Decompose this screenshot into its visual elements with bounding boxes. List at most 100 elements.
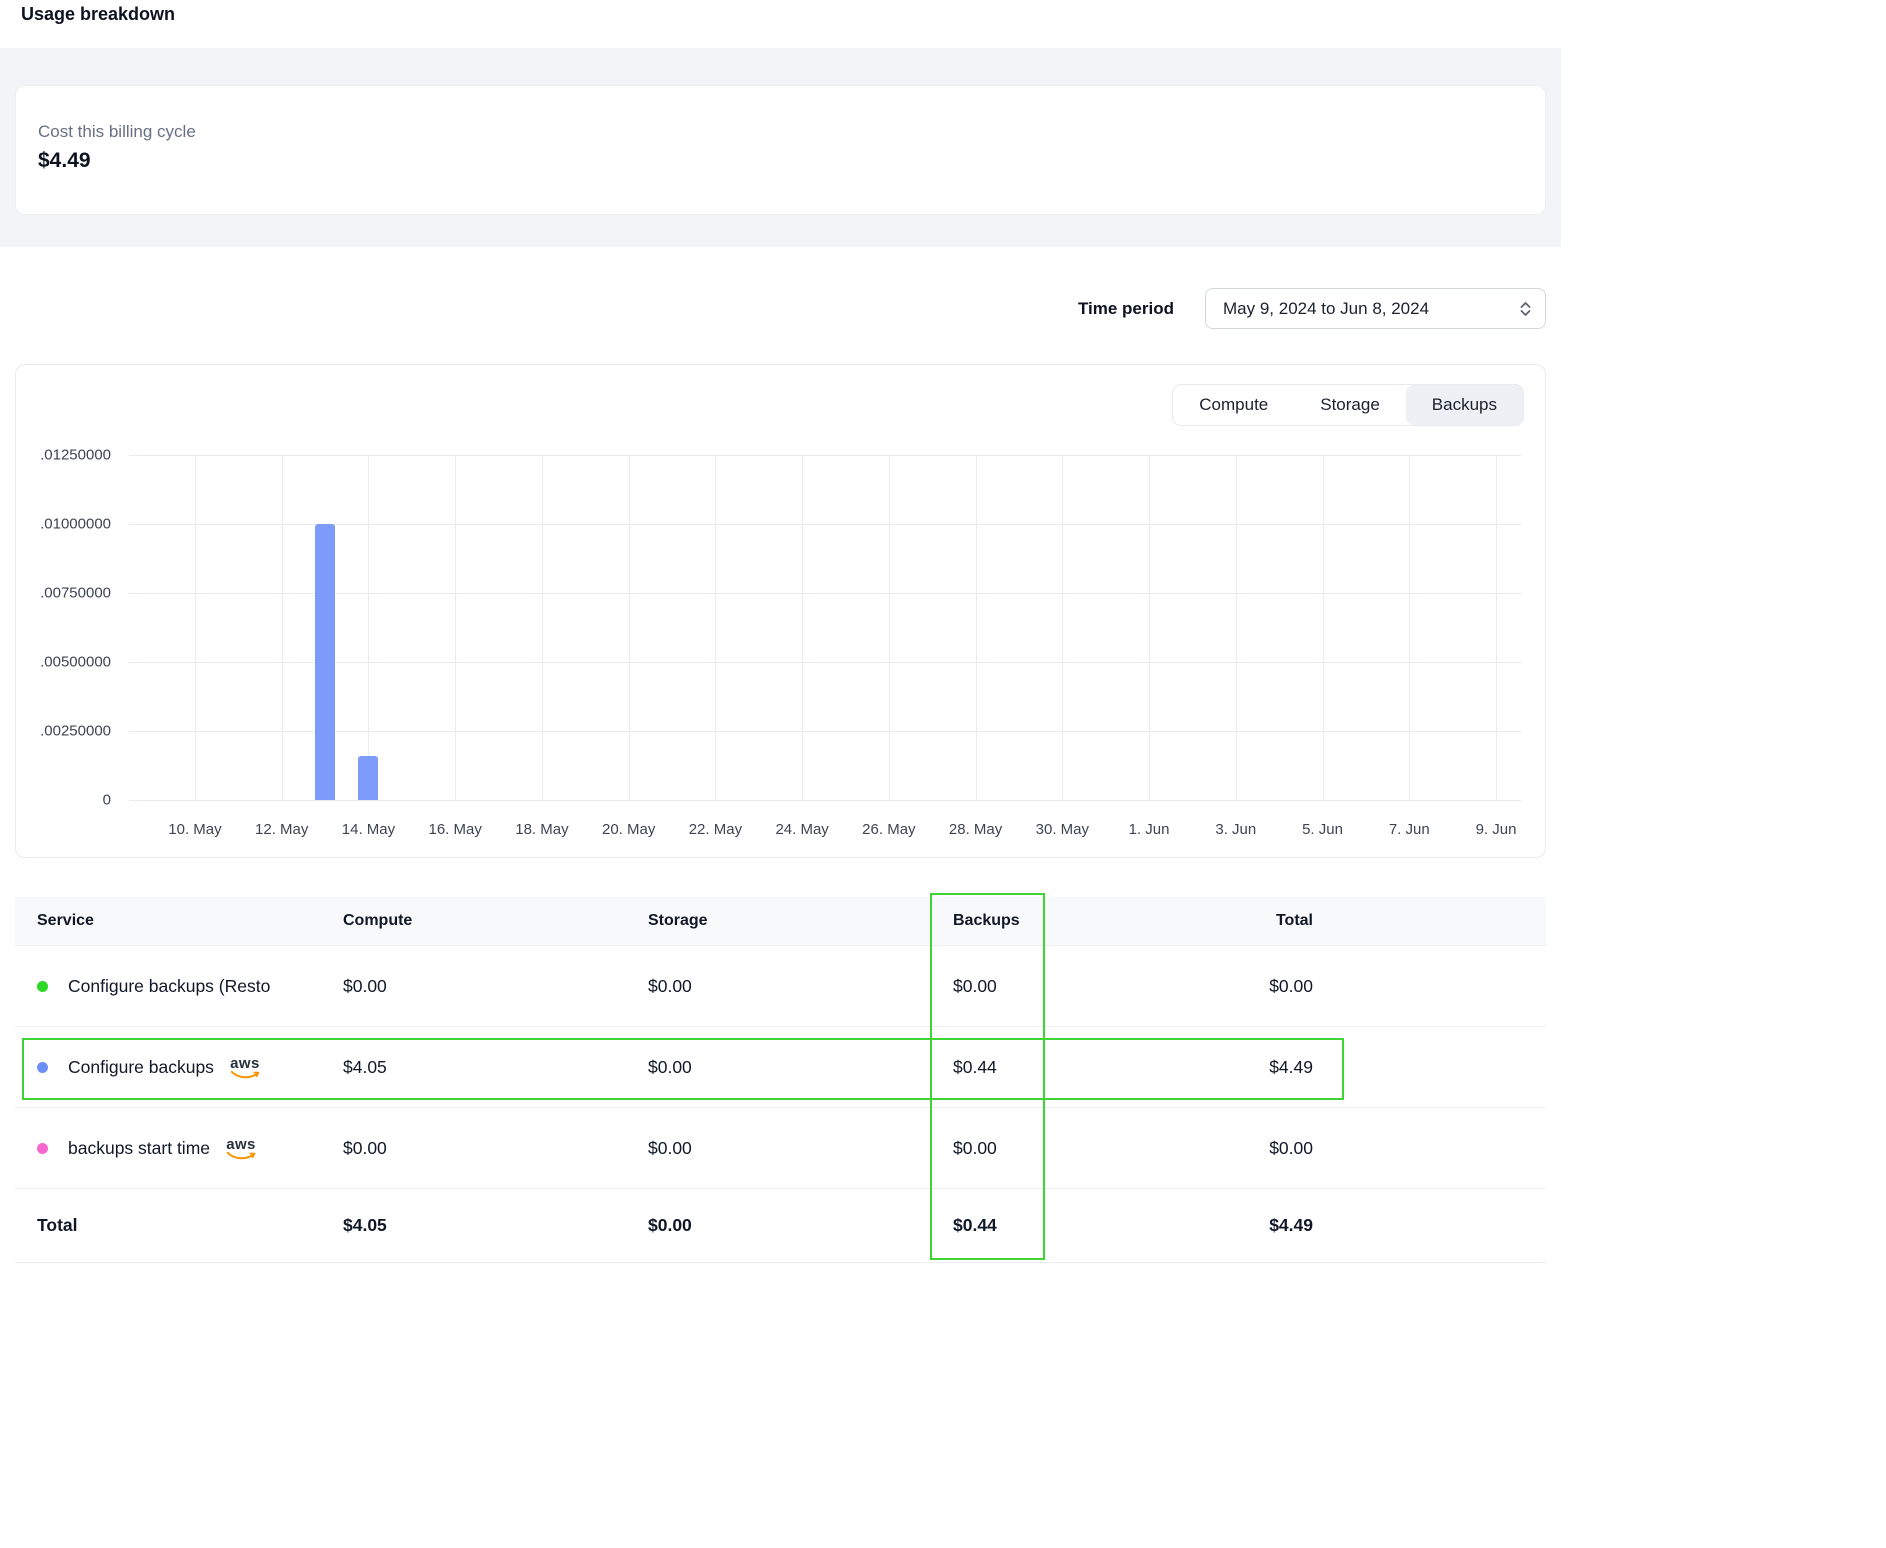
tab-storage[interactable]: Storage [1294,385,1406,425]
vertical-gridline [282,455,283,800]
backups-value: $0.00 [953,1138,1258,1159]
vertical-gridline [1236,455,1237,800]
compute-total: $4.05 [343,1215,648,1236]
horizontal-gridline [129,731,1521,732]
horizontal-gridline [129,524,1521,525]
x-axis-tick-label: 1. Jun [1129,821,1170,838]
chart-bar [315,524,335,800]
column-header-compute: Compute [343,912,648,930]
x-axis-tick-label: 28. May [949,821,1002,838]
vertical-gridline [715,455,716,800]
aws-logo: aws [226,1137,256,1160]
total-value: $0.00 [1258,976,1546,997]
x-axis-tick-label: 12. May [255,821,308,838]
time-period-label: Time period [1078,299,1174,319]
cost-card-value: $4.49 [38,149,1521,173]
column-header-backups: Backups [953,912,1258,930]
x-axis-tick-label: 22. May [689,821,742,838]
x-axis-tick-label: 24. May [775,821,828,838]
vertical-gridline [1496,455,1497,800]
chart-y-axis: .01250000.01000000.00750000.00500000.002… [16,455,111,800]
usage-chart-card: Compute Storage Backups .01250000 .010000… [15,364,1546,858]
storage-value: $0.00 [648,976,953,997]
compute-value: $0.00 [343,1138,648,1159]
tab-backups[interactable]: Backups [1406,385,1523,425]
storage-total: $0.00 [648,1215,953,1236]
series-dot [37,1143,48,1154]
series-dot [37,1062,48,1073]
chart-plot [129,455,1521,800]
total-value: $4.49 [1258,1057,1546,1078]
chart-bar [358,756,378,800]
cost-summary-band: Cost this billing cycle $4.49 [0,48,1561,247]
x-axis-tick-label: 16. May [428,821,481,838]
total-row-label: Total [15,1215,343,1236]
vertical-gridline [629,455,630,800]
vertical-gridline [802,455,803,800]
cost-card: Cost this billing cycle $4.49 [15,85,1546,215]
compute-value: $0.00 [343,976,648,997]
y-axis-tick-label: .00250000 [40,723,111,740]
horizontal-gridline [129,593,1521,594]
cost-card-label: Cost this billing cycle [38,122,1521,142]
service-name: backups start time [68,1138,210,1159]
vertical-gridline [368,455,369,800]
x-axis-tick-label: 7. Jun [1389,821,1430,838]
horizontal-gridline [129,455,1521,456]
tab-compute[interactable]: Compute [1173,385,1294,425]
vertical-gridline [455,455,456,800]
y-axis-tick-label: .01000000 [40,516,111,533]
table-row: Configure backups aws $4.05 $0.00 $0.44 … [15,1026,1546,1107]
vertical-gridline [889,455,890,800]
x-axis-tick-label: 26. May [862,821,915,838]
storage-value: $0.00 [648,1138,953,1159]
vertical-gridline [1149,455,1150,800]
time-period-select[interactable]: May 9, 2024 to Jun 8, 2024 [1205,288,1546,329]
table-total-row: Total $4.05 $0.00 $0.44 $4.49 [15,1188,1546,1262]
column-header-storage: Storage [648,912,953,930]
x-axis-tick-label: 14. May [342,821,395,838]
x-axis-tick-label: 10. May [168,821,221,838]
series-dot [37,981,48,992]
page-title: Usage breakdown [21,4,175,25]
chart-x-axis: 10. May 12. May 14. May 16. May 18. May 20. M… [129,810,1521,844]
time-period-value: May 9, 2024 to Jun 8, 2024 [1223,299,1429,319]
service-name: Configure backups (Resto [68,976,270,997]
column-header-service: Service [15,912,343,930]
horizontal-gridline [129,800,1521,801]
x-axis-tick-label: 18. May [515,821,568,838]
horizontal-gridline [129,662,1521,663]
x-axis-tick-label: 5. Jun [1302,821,1343,838]
usage-table: Service Compute Storage Backups Total Co… [15,897,1546,1263]
y-axis-tick-label: .01250000 [40,447,111,464]
column-header-total: Total [1258,912,1546,930]
x-axis-tick-label: 3. Jun [1215,821,1256,838]
grand-total: $4.49 [1258,1215,1546,1236]
backups-value: $0.00 [953,976,1258,997]
vertical-gridline [1062,455,1063,800]
vertical-gridline [542,455,543,800]
storage-value: $0.00 [648,1057,953,1078]
compute-value: $4.05 [343,1057,648,1078]
vertical-gridline [976,455,977,800]
total-value: $0.00 [1258,1138,1546,1159]
aws-logo: aws [230,1056,260,1079]
chart-metric-tabs: Compute Storage Backups [1172,384,1524,426]
service-name: Configure backups [68,1057,214,1078]
y-axis-tick-label: .00500000 [40,654,111,671]
x-axis-tick-label: 20. May [602,821,655,838]
vertical-gridline [195,455,196,800]
table-header-row: Service Compute Storage Backups Total [15,897,1546,945]
x-axis-tick-label: 9. Jun [1476,821,1517,838]
table-row: Configure backups (Resto $0.00 $0.00 $0.… [15,945,1546,1026]
backups-total: $0.44 [953,1215,1258,1236]
x-axis-tick-label: 30. May [1036,821,1089,838]
backups-value: $0.44 [953,1057,1258,1078]
time-period-row: Time period May 9, 2024 to Jun 8, 2024 [0,288,1546,329]
table-row: backups start time aws $0.00 $0.00 $0.00… [15,1107,1546,1188]
vertical-gridline [1409,455,1410,800]
vertical-gridline [1323,455,1324,800]
y-axis-tick-label: 0 [103,792,111,809]
select-chevrons-icon [1518,299,1533,319]
y-axis-tick-label: .00750000 [40,585,111,602]
